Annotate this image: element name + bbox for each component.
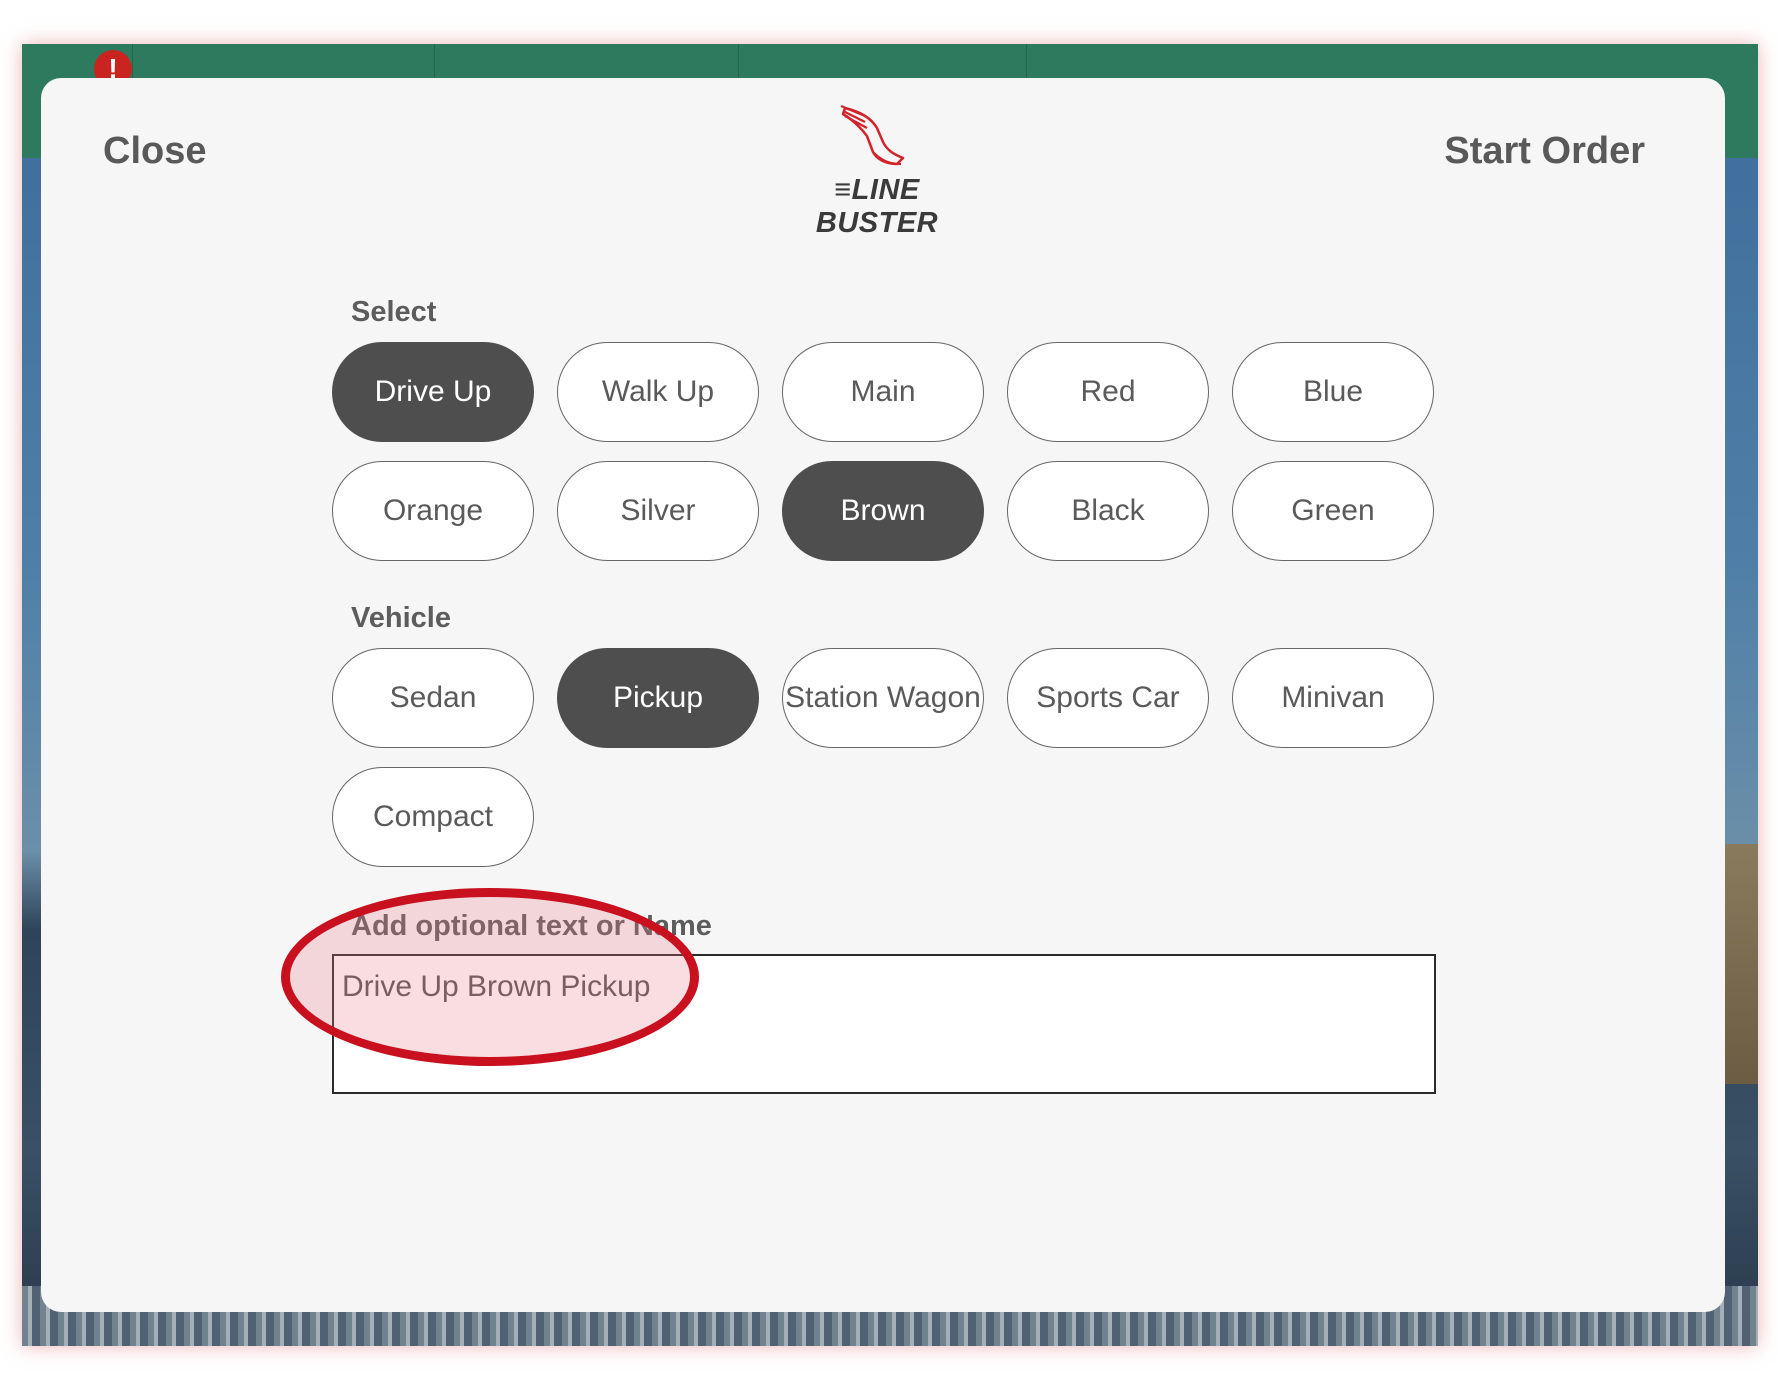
vehicle-sedan-button[interactable]: Sedan — [332, 648, 534, 748]
logo-text: ≡LINE BUSTER — [777, 174, 977, 240]
vehicle-minivan-button[interactable]: Minivan — [1232, 648, 1434, 748]
select-blue-button[interactable]: Blue — [1232, 342, 1434, 442]
vehicle-pickup-button[interactable]: Pickup — [557, 648, 759, 748]
select-main-button[interactable]: Main — [782, 342, 984, 442]
start-order-button[interactable]: Start Order — [1444, 130, 1645, 173]
select-brown-button[interactable]: Brown — [782, 461, 984, 561]
close-button[interactable]: Close — [103, 130, 206, 173]
vehicle-section-label: Vehicle — [351, 602, 451, 634]
select-walk-up-button[interactable]: Walk Up — [557, 342, 759, 442]
winged-foot-icon — [840, 104, 905, 166]
vehicle-sports-car-button[interactable]: Sports Car — [1007, 648, 1209, 748]
select-drive-up-button[interactable]: Drive Up — [332, 342, 534, 442]
select-silver-button[interactable]: Silver — [557, 461, 759, 561]
logo-lines: ≡ — [834, 174, 852, 206]
vehicle-compact-button[interactable]: Compact — [332, 767, 534, 867]
select-section-label: Select — [351, 296, 437, 328]
line-buster-logo: ≡LINE BUSTER — [777, 102, 977, 239]
select-black-button[interactable]: Black — [1007, 461, 1209, 561]
select-green-button[interactable]: Green — [1232, 461, 1434, 561]
optional-text-label: Add optional text or Name — [351, 910, 712, 942]
optional-text-field[interactable]: Drive Up Brown Pickup — [332, 954, 1436, 1094]
select-orange-button[interactable]: Orange — [332, 461, 534, 561]
vehicle-station-wagon-button[interactable]: Station Wagon — [782, 648, 984, 748]
select-red-button[interactable]: Red — [1007, 342, 1209, 442]
order-modal: Close ≡LINE BUSTER Start Order Select Dr… — [41, 78, 1725, 1312]
